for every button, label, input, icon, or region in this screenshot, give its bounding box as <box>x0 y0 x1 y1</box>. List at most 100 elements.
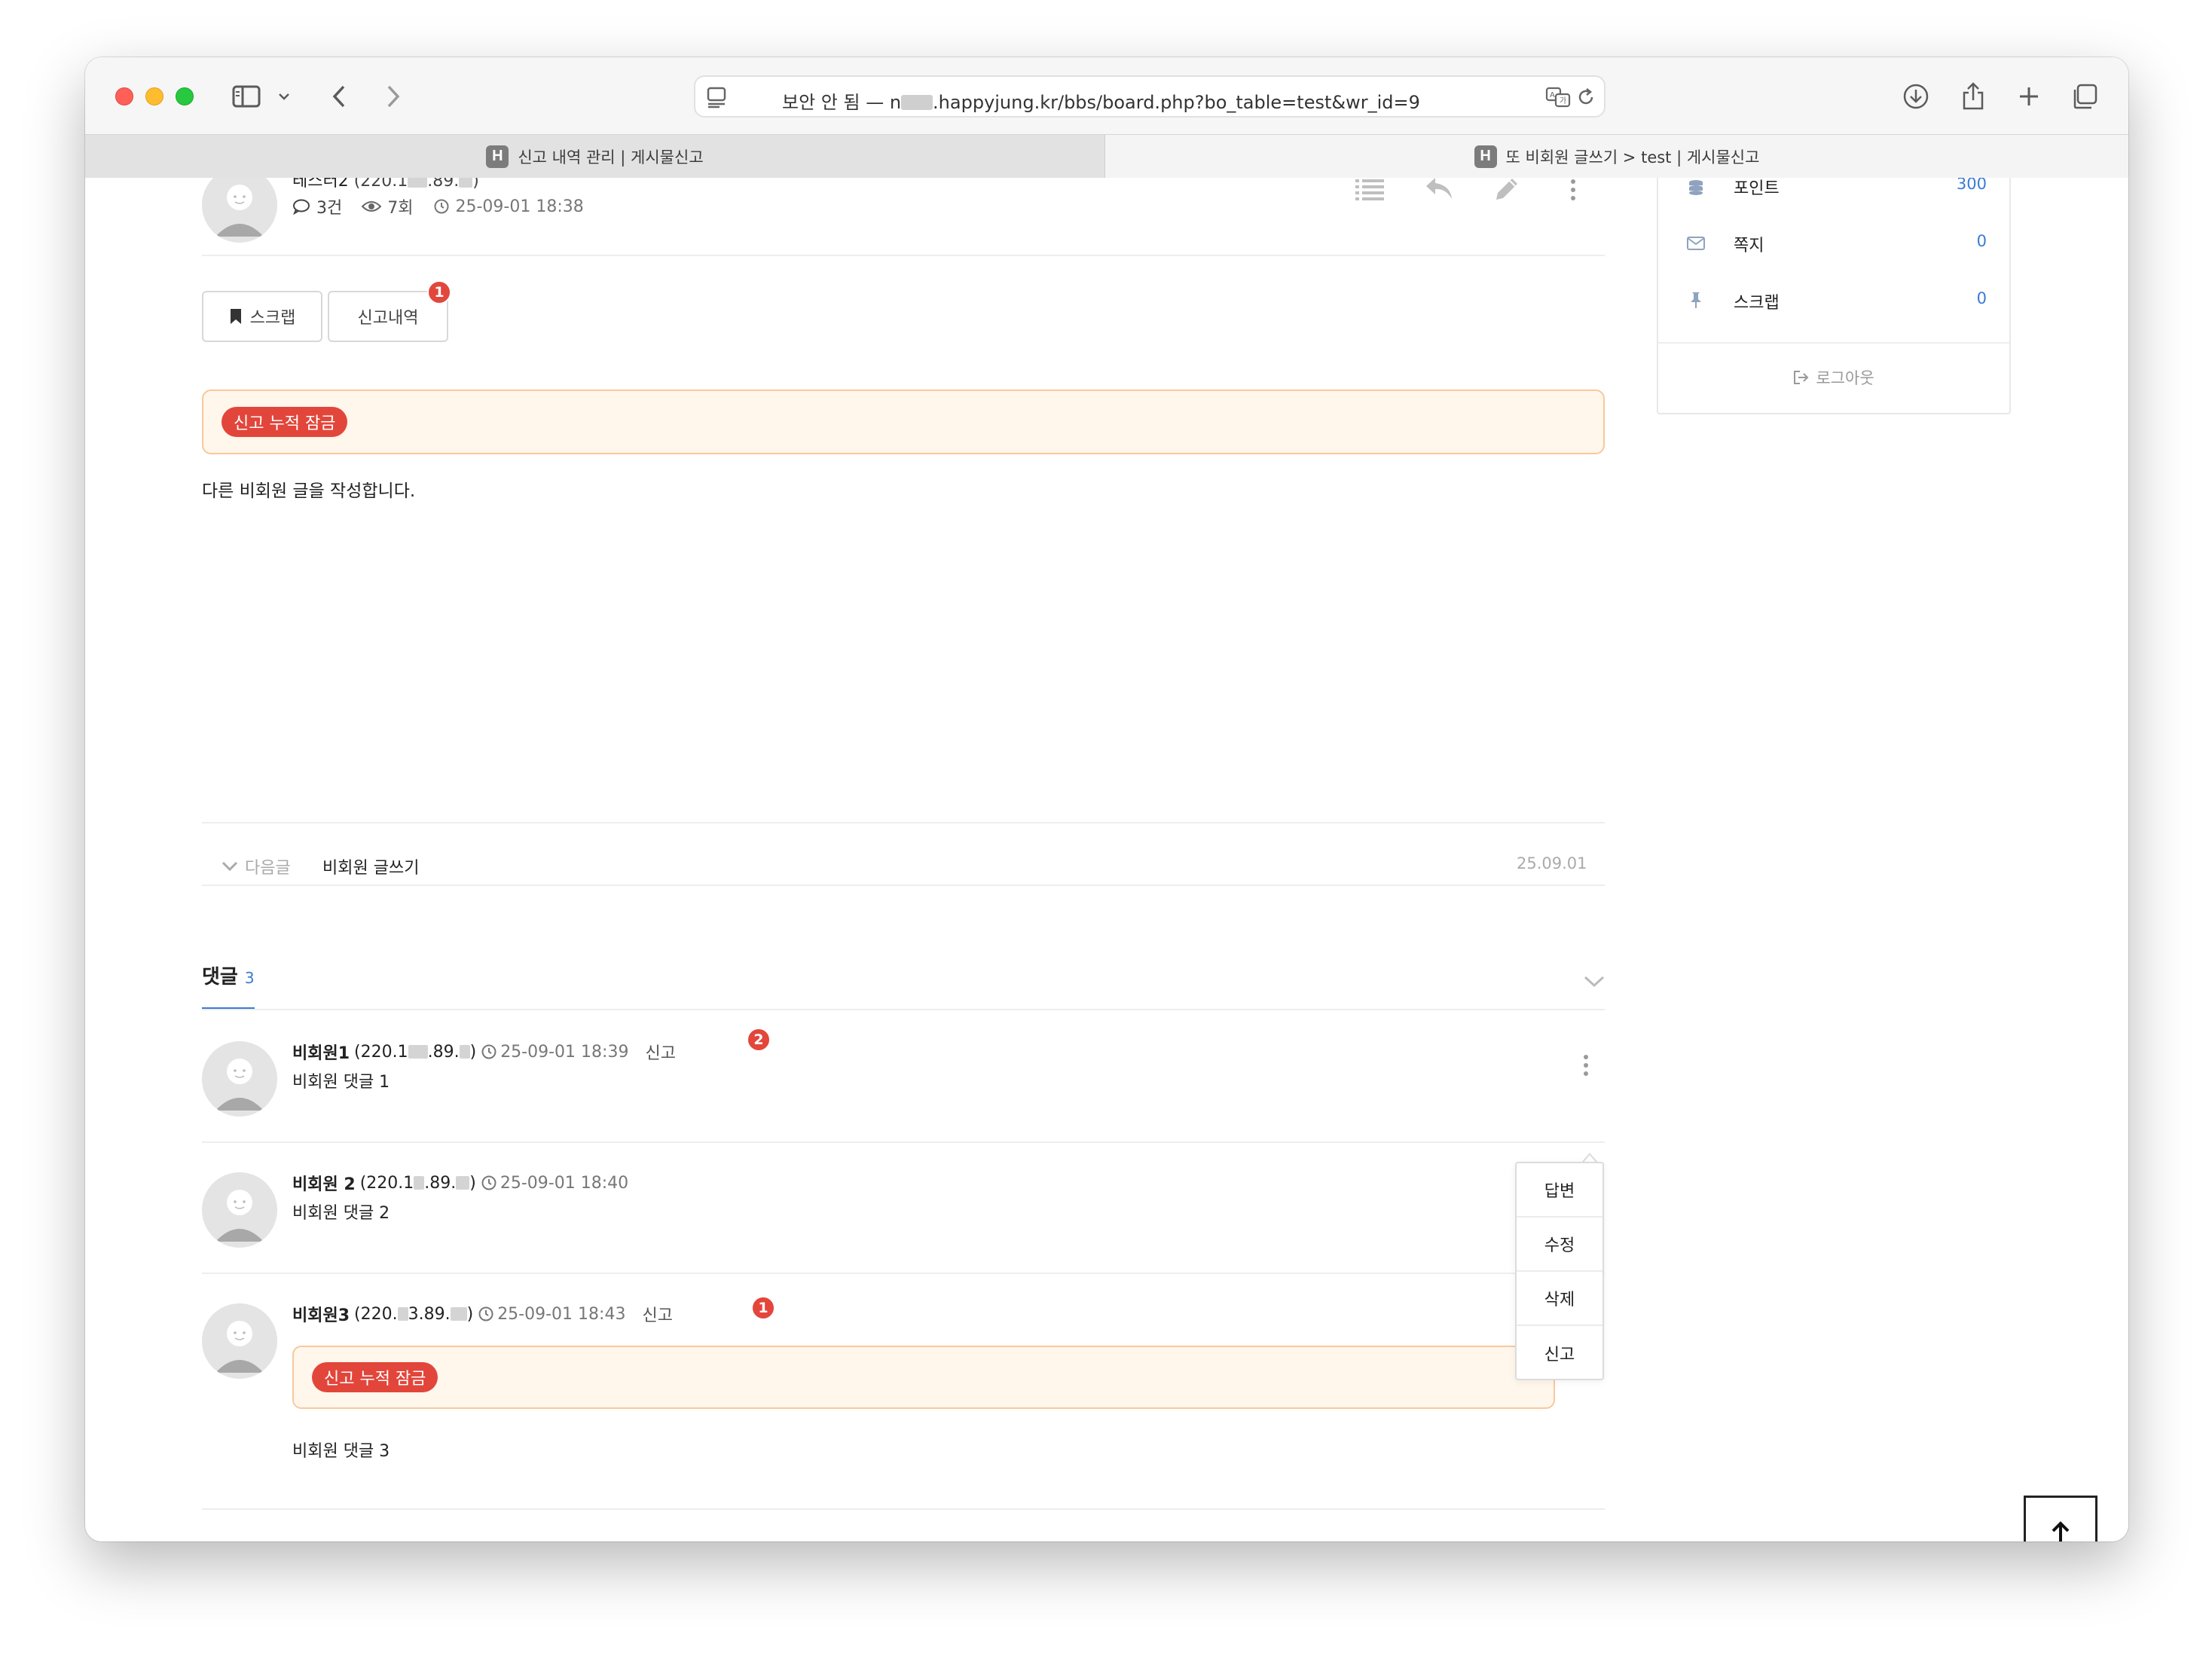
post-author-name[interactable]: 테스터2 <box>292 178 349 191</box>
comment-text: 비회원 댓글 3 <box>292 1442 390 1461</box>
comment-avatar <box>202 1303 277 1379</box>
browser-toolbar: 보안 안 됨 — n .happyjung.kr/bbs/board.php?bo… <box>85 57 2128 134</box>
address-text: 보안 안 됨 — n .happyjung.kr/bbs/board.php?bo… <box>782 87 1420 114</box>
ip-start: (220. <box>354 1304 398 1324</box>
comment-datetime: 25-09-01 18:39 <box>500 1042 629 1062</box>
ip-end: ) <box>469 1042 477 1062</box>
eye-icon <box>362 201 382 212</box>
address-bar[interactable]: 보안 안 됨 — n .happyjung.kr/bbs/board.php?bo… <box>694 75 1606 118</box>
translate-icon[interactable]: A가 <box>1545 86 1571 112</box>
reply-icon[interactable] <box>1425 178 1453 205</box>
post-author-line: 테스터2 (220.1 .89.) <box>292 178 479 191</box>
ip-mask <box>459 1044 470 1059</box>
post-comment-count: 3건 <box>316 199 343 218</box>
ip-mid: .89. <box>424 1173 457 1193</box>
bookmark-icon <box>230 309 241 324</box>
arrow-up-icon <box>2052 1521 2070 1541</box>
comments-title: 댓글 3 <box>202 961 255 989</box>
svg-text:A: A <box>1550 91 1555 99</box>
zoom-window-button[interactable] <box>176 87 194 105</box>
close-window-button[interactable] <box>115 87 133 105</box>
pin-icon <box>1688 291 1703 312</box>
new-tab-icon[interactable] <box>2014 81 2044 112</box>
ip-mask <box>459 178 473 188</box>
comment-icon <box>293 199 310 215</box>
share-icon[interactable] <box>1958 81 1988 112</box>
sidebar-memo-value[interactable]: 0 <box>1977 232 1987 250</box>
address-prefix: 보안 안 됨 — n <box>782 92 902 113</box>
comment-author[interactable]: 비회원 2 <box>292 1171 356 1195</box>
comment-report-link[interactable]: 신고 <box>645 1040 675 1064</box>
ip-mid: 3.89. <box>408 1304 451 1324</box>
report-lock-badge: 신고 누적 잠금 <box>222 407 348 437</box>
ip-mask <box>450 1306 467 1321</box>
site-favicon-icon: H <box>1474 145 1497 168</box>
comment-avatar <box>202 1172 277 1248</box>
scroll-to-top-button[interactable] <box>2024 1496 2097 1541</box>
tab-report-management[interactable]: H 신고 내역 관리 | 게시물신고 <box>85 135 1105 178</box>
logout-icon <box>1794 371 1809 384</box>
menu-item-report[interactable]: 신고 <box>1517 1326 1602 1380</box>
menu-item-edit[interactable]: 수정 <box>1517 1218 1602 1272</box>
sidebar-memo-label[interactable]: 쪽지 <box>1734 232 1764 256</box>
comment-divider <box>202 1273 1605 1274</box>
comment-datetime: 25-09-01 18:43 <box>497 1304 626 1324</box>
comment-options-menu: 답변 수정 삭제 신고 <box>1515 1162 1604 1380</box>
report-history-label: 신고내역 <box>357 309 419 328</box>
sidebar-point-value[interactable]: 300 <box>1957 178 1987 193</box>
envelope-icon <box>1687 237 1705 253</box>
menu-item-delete[interactable]: 삭제 <box>1517 1272 1602 1326</box>
header-divider <box>202 255 1605 256</box>
reload-icon[interactable] <box>1575 87 1596 111</box>
ip-start: (220.1 <box>359 1173 414 1193</box>
list-icon[interactable] <box>1355 178 1384 203</box>
next-post-label: 다음글 <box>245 859 291 878</box>
menu-item-reply[interactable]: 답변 <box>1517 1163 1602 1218</box>
edit-pencil-icon[interactable] <box>1494 178 1520 205</box>
minimize-window-button[interactable] <box>145 87 163 105</box>
site-favicon-icon: H <box>486 145 509 168</box>
comment-author[interactable]: 비회원3 <box>292 1302 350 1326</box>
forward-icon[interactable] <box>382 81 405 112</box>
next-post-title[interactable]: 비회원 글쓰기 <box>322 854 419 878</box>
clock-icon <box>434 199 448 214</box>
member-sidebar: 포인트 300 쪽지 0 스크랩 0 로그아웃 <box>1657 178 2011 414</box>
scrap-button[interactable]: 스크랩 <box>202 291 322 342</box>
collapse-comments-icon[interactable] <box>1583 975 1606 991</box>
ip-end: ) <box>469 1173 476 1193</box>
logout-button[interactable]: 로그아웃 <box>1658 342 2009 413</box>
download-icon[interactable] <box>1901 81 1931 112</box>
masked-domain <box>901 95 933 110</box>
ip-mid: .89. <box>427 178 460 191</box>
comment-divider <box>202 1508 1605 1510</box>
comment-author[interactable]: 비회원1 <box>292 1040 350 1064</box>
scrap-label: 스크랩 <box>249 309 296 328</box>
ip-end: ) <box>472 178 479 191</box>
back-icon[interactable] <box>328 81 350 112</box>
more-options-icon[interactable] <box>1571 179 1577 200</box>
post-views: 7회 <box>387 199 414 218</box>
ip-mask <box>408 1044 428 1059</box>
tab-guest-post[interactable]: H 또 비회원 글쓰기 > test | 게시물신고 <box>1105 135 2128 178</box>
next-post-date: 25.09.01 <box>1517 854 1587 872</box>
clock-icon <box>481 1044 496 1059</box>
page-content: 테스터2 (220.1.89.) 3건 7회 25-09-01 18:38 스크… <box>85 178 2128 1541</box>
tab-overview-icon[interactable] <box>2070 81 2100 112</box>
tab-label: 신고 내역 관리 | 게시물신고 <box>518 148 704 167</box>
sidebar-scrap-label[interactable]: 스크랩 <box>1734 289 1780 313</box>
ip-mid: .89. <box>427 1042 460 1062</box>
tab-label: 또 비회원 글쓰기 > test | 게시물신고 <box>1505 148 1760 167</box>
comments-count: 3 <box>244 969 255 987</box>
sidebar-scrap-value[interactable]: 0 <box>1977 289 1987 307</box>
sidebar-toggle-icon[interactable] <box>230 81 263 112</box>
ip-start: (220.1 <box>354 1042 408 1062</box>
comment-report-link[interactable]: 신고 <box>642 1302 672 1326</box>
comments-header-divider <box>202 1009 1605 1010</box>
page-menu-icon[interactable] <box>706 86 727 112</box>
sidebar-point-label[interactable]: 포인트 <box>1734 178 1780 199</box>
chevron-down-icon[interactable] <box>276 81 292 112</box>
ip-mask <box>397 1306 408 1321</box>
comment-report-count-badge: 1 <box>751 1296 775 1320</box>
ip-mask <box>414 1175 425 1190</box>
comment-more-options-icon[interactable] <box>1584 1055 1590 1076</box>
